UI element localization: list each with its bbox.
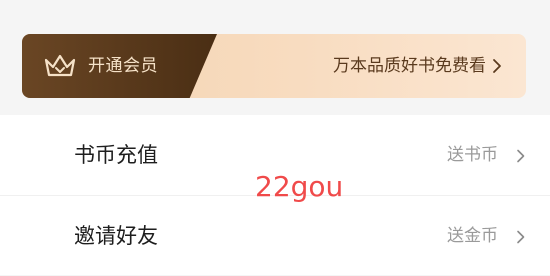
crown-icon: [43, 53, 77, 79]
menu-item-label: 书币充值: [74, 143, 158, 167]
vip-banner[interactable]: 开通会员 万本品质好书免费看: [22, 34, 526, 98]
vip-promo-text: 万本品质好书免费看: [333, 56, 486, 76]
menu-item-invite-friends[interactable]: 邀请好友 送金币: [0, 196, 550, 275]
chevron-right-icon: [492, 58, 502, 74]
menu-item-hint: 送书币: [447, 145, 498, 165]
menu-item-hint: 送金币: [447, 226, 498, 246]
chevron-right-icon: [516, 229, 526, 244]
watermark: 22gou: [255, 170, 344, 203]
vip-title: 开通会员: [88, 56, 158, 76]
chevron-right-icon: [516, 148, 526, 163]
menu-item-label: 邀请好友: [74, 224, 158, 248]
